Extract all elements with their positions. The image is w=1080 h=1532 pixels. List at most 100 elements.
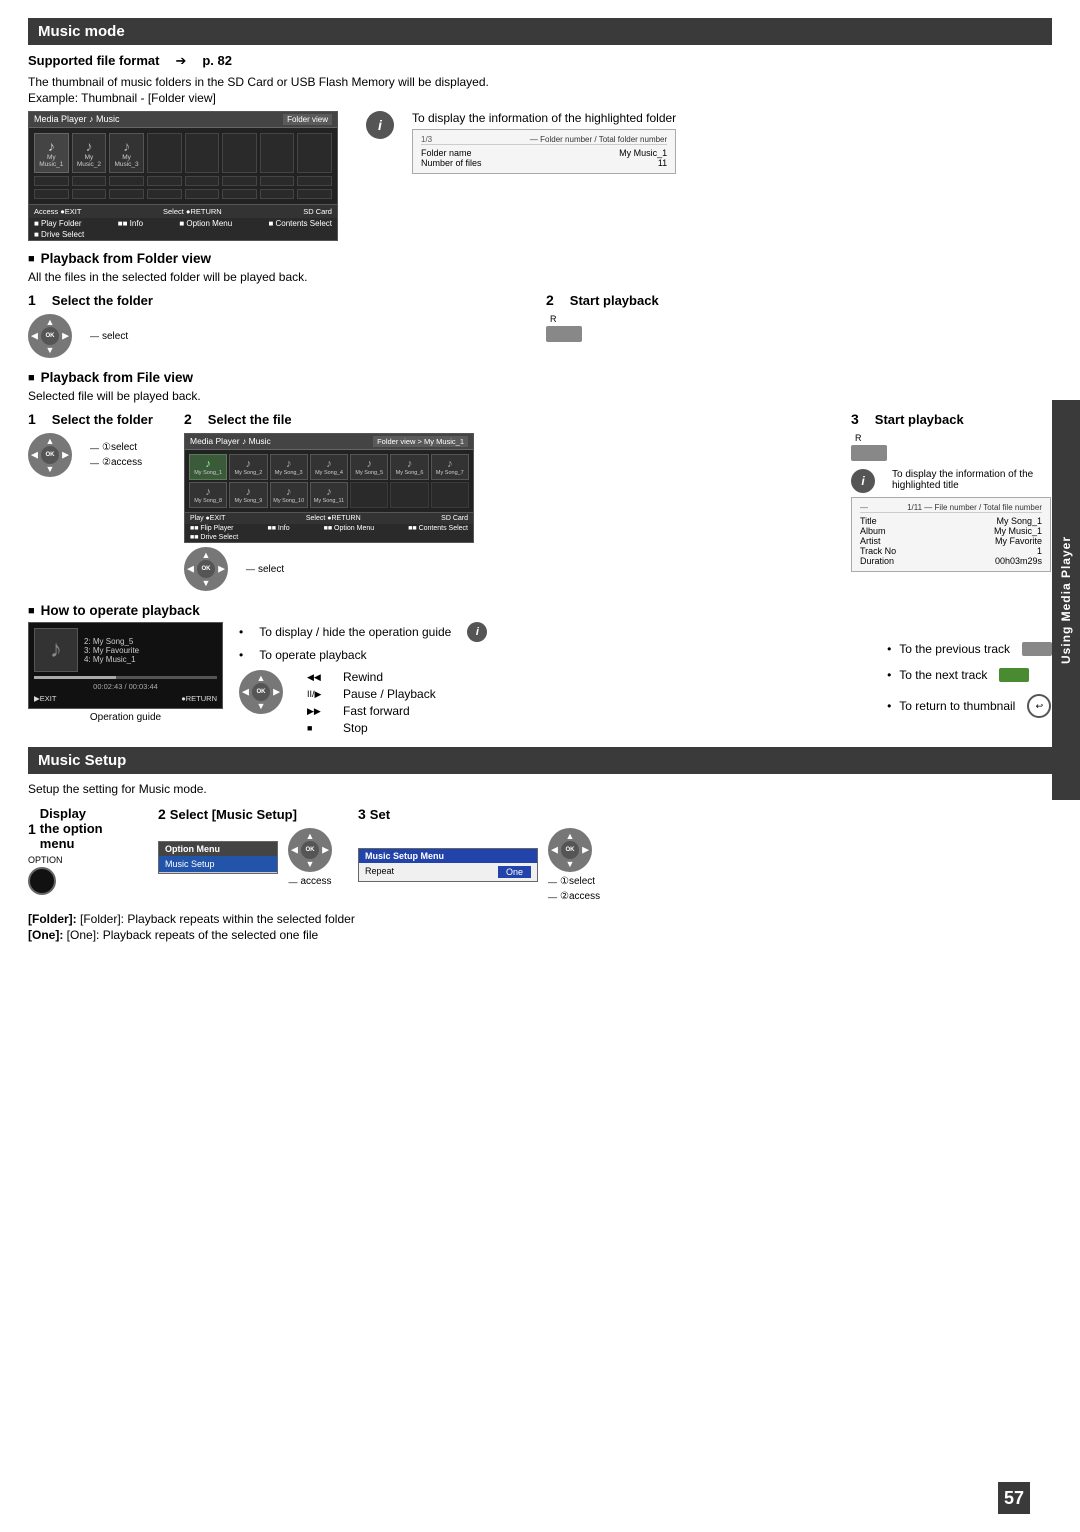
song-thumb-8: ♪My Song_8 bbox=[189, 482, 227, 508]
section-title: Music mode bbox=[38, 23, 125, 40]
song-thumb-6: ♪My Song_6 bbox=[390, 454, 428, 480]
nav-controller-2[interactable]: ▲ ▼ ◀ ▶ OK bbox=[28, 433, 72, 477]
info-panel-2: — 1/11 — File number / Total file number… bbox=[851, 497, 1051, 572]
page-ref: p. 82 bbox=[202, 53, 232, 68]
step2-file-number: 2 bbox=[184, 411, 192, 427]
footer-sdcard: SD Card bbox=[303, 207, 332, 216]
prev-track-btn[interactable] bbox=[1022, 642, 1052, 656]
supported-file-label: Supported file format bbox=[28, 53, 159, 68]
song-thumb-11: ♪My Song_11 bbox=[310, 482, 348, 508]
music-setup-row-repeat: Repeat One bbox=[359, 863, 537, 881]
info-panel-1: 1/3 — Folder number / Total folder numbe… bbox=[412, 129, 676, 174]
file-footer-drive: ■■ Drive Select bbox=[190, 534, 238, 541]
file-footer-contents: ■■ Contents Select bbox=[408, 525, 468, 532]
arrow-select-3: select bbox=[246, 564, 284, 575]
nav-controller-1[interactable]: ▲ ▼ ◀ ▶ OK bbox=[28, 314, 72, 358]
r-btn-label-1: R bbox=[550, 314, 1052, 324]
music-setup-title: Music Setup bbox=[38, 752, 126, 769]
info-note-2: To display the information of the highli… bbox=[892, 469, 1052, 491]
screen-exit: ▶EXIT bbox=[34, 694, 56, 703]
option-button[interactable] bbox=[28, 867, 56, 895]
file-screen-header-left: Media Player ♪ Music bbox=[190, 436, 271, 447]
section-header-music-mode: Music mode bbox=[28, 18, 1052, 45]
music-step1-number: 1 bbox=[28, 821, 36, 837]
step2-file-label: Select the file bbox=[208, 412, 292, 427]
file-footer-play: Play ●EXIT bbox=[190, 515, 225, 522]
info-note-1: To display the information of the highli… bbox=[412, 111, 676, 125]
step3-file-label: Start playback bbox=[875, 412, 964, 427]
song-thumb-1: ♪My Song_1 bbox=[189, 454, 227, 480]
return-btn[interactable]: ↩ bbox=[1027, 694, 1051, 718]
step1-file-number: 1 bbox=[28, 411, 36, 427]
folder-note: [Folder]: [Folder]: Playback repeats wit… bbox=[28, 912, 1052, 926]
playback-folder-desc: All the files in the selected folder wil… bbox=[28, 270, 1052, 284]
option-menu-header: Option Menu bbox=[159, 842, 277, 856]
footer-contents: ■ Contents Select bbox=[268, 219, 332, 228]
option-menu-item-music-setup[interactable]: Music Setup bbox=[159, 856, 277, 873]
using-media-player-sidebar: Using Media Player bbox=[1052, 400, 1080, 800]
next-track-label: To the next track bbox=[899, 668, 987, 682]
page-number: 57 bbox=[998, 1482, 1030, 1514]
one-note: [One]: [One]: Playback repeats of the se… bbox=[28, 928, 1052, 942]
nav-controller-4[interactable]: ▲ ▼ ◀ ▶ OK bbox=[239, 670, 283, 714]
screen-header-left: Media Player ♪ Music bbox=[34, 114, 120, 125]
folder-name-label: Folder name bbox=[421, 148, 472, 158]
nav-controller-6[interactable]: ▲ ▼ ◀ ▶ OK bbox=[548, 828, 592, 872]
number-of-files-value: 11 bbox=[658, 158, 667, 168]
operation-guide-label: Operation guide bbox=[28, 712, 223, 723]
nav-controller-5[interactable]: ▲ ▼ ◀ ▶ OK bbox=[288, 828, 332, 872]
description-text: The thumbnail of music folders in the SD… bbox=[28, 75, 1052, 89]
step1-folder-number: 1 bbox=[28, 292, 36, 308]
arrow-access-set: ②access bbox=[548, 891, 600, 902]
section-header-music-setup: Music Setup bbox=[28, 747, 1052, 774]
start-playback-btn-2[interactable] bbox=[851, 445, 887, 461]
song-thumb-5: ♪My Song_5 bbox=[350, 454, 388, 480]
step1-folder-label: Select the folder bbox=[52, 293, 153, 308]
prev-track-label: To the previous track bbox=[899, 642, 1010, 656]
info-icon-2: i bbox=[851, 469, 875, 493]
playback-file-heading: Playback from File view bbox=[28, 370, 1052, 385]
display-hide-note: To display / hide the operation guide bbox=[259, 625, 451, 639]
footer-drive: ■ Drive Select bbox=[34, 230, 84, 239]
arrow-select-1: select bbox=[90, 331, 128, 342]
operate-note: To operate playback bbox=[259, 648, 366, 662]
info-icon-3: i bbox=[467, 622, 487, 642]
pause-playback-label: Pause / Playback bbox=[343, 687, 436, 701]
nav-controller-3[interactable]: ▲ ▼ ◀ ▶ OK bbox=[184, 547, 228, 591]
playback-screen-mockup: ♪ 2: My Song_5 3: My Favourite 4: My Mus… bbox=[28, 622, 223, 723]
playback-folder-heading: Playback from Folder view bbox=[28, 251, 1052, 266]
music-step1-label: Displaythe optionmenu bbox=[40, 806, 103, 851]
song-thumb-4: ♪My Song_4 bbox=[310, 454, 348, 480]
return-thumb-label: To return to thumbnail bbox=[899, 699, 1015, 713]
music-thumb-2: ♪ My Music_2 bbox=[72, 133, 107, 173]
footer-access: Access ●EXIT bbox=[34, 207, 81, 216]
info-number-1: 1/3 bbox=[421, 135, 432, 144]
start-playback-btn-1[interactable] bbox=[546, 326, 582, 342]
next-track-btn[interactable] bbox=[999, 668, 1029, 682]
how-to-operate-heading: How to operate playback bbox=[28, 603, 1052, 618]
step2-folder-number: 2 bbox=[546, 292, 554, 308]
example-text: Example: Thumbnail - [Folder view] bbox=[28, 91, 1052, 105]
arrow-access-3: access bbox=[288, 876, 331, 887]
screen-return: ●RETURN bbox=[181, 694, 217, 703]
folder-view-screen: Media Player ♪ Music Folder view ♪ My Mu… bbox=[28, 111, 338, 241]
song-thumb-10: ♪My Song_10 bbox=[270, 482, 308, 508]
music-step2-label: Select [Music Setup] bbox=[170, 807, 297, 822]
music-step3-number: 3 bbox=[358, 806, 366, 822]
footer-info: ■■ Info bbox=[118, 219, 143, 228]
footer-option: ■ Option Menu bbox=[179, 219, 232, 228]
info-icon-1: i bbox=[366, 111, 394, 139]
file-view-screen: Media Player ♪ Music Folder view > My Mu… bbox=[184, 433, 474, 543]
arrow-select-set: ①select bbox=[548, 876, 595, 887]
music-setup-desc: Setup the setting for Music mode. bbox=[28, 782, 1052, 796]
file-footer-select: Select ●RETURN bbox=[306, 515, 361, 522]
file-footer-info: ■■ Info bbox=[268, 525, 290, 532]
file-footer-flip: ■■ Flip Player bbox=[190, 525, 233, 532]
stop-label: Stop bbox=[343, 721, 368, 735]
music-setup-menu-box: Music Setup Menu Repeat One bbox=[358, 848, 538, 882]
file-screen-header-right: Folder view > My Music_1 bbox=[373, 436, 468, 447]
song-thumb-3: ♪My Song_3 bbox=[270, 454, 308, 480]
music-step2-number: 2 bbox=[158, 806, 166, 822]
option-menu-box: Option Menu Music Setup bbox=[158, 841, 278, 874]
file-number-label: 1/11 — File number / Total file number bbox=[907, 503, 1042, 512]
